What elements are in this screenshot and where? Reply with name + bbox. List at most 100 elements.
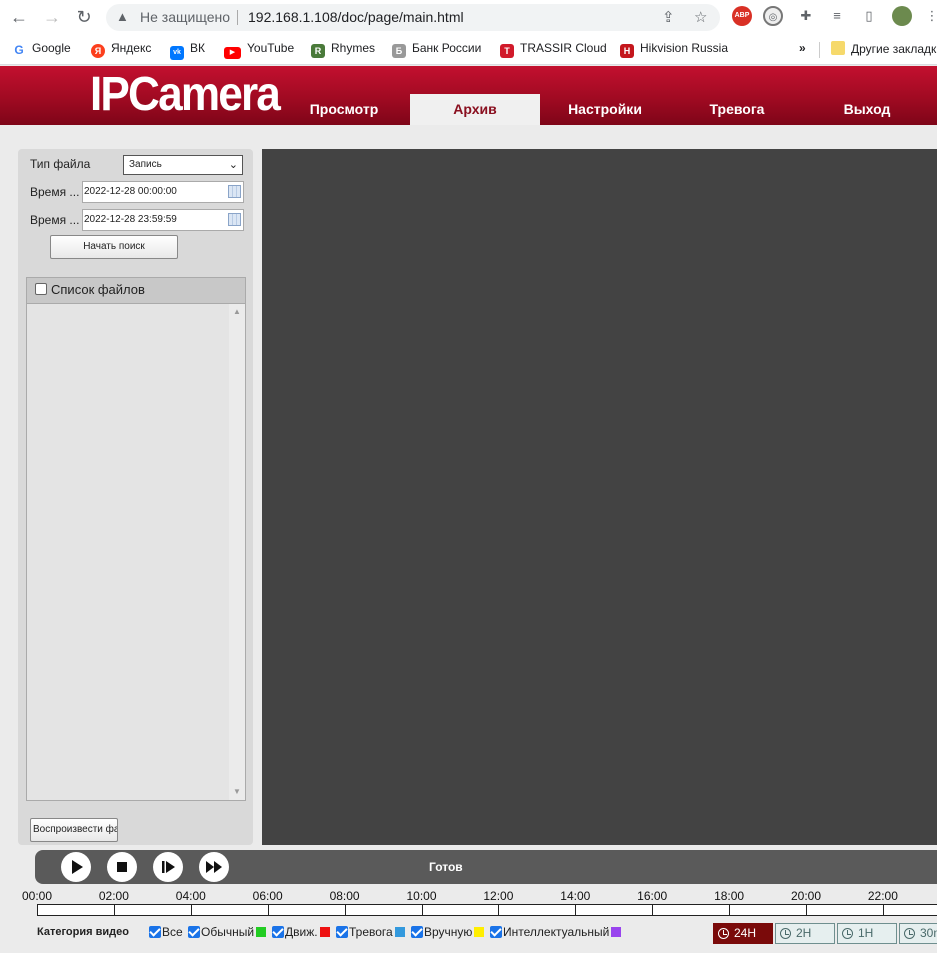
category-label: Тревога [349,925,393,939]
category-smart[interactable]: Интеллектуальный [490,925,622,939]
play-icon[interactable] [61,852,91,882]
bookmark-rhymes[interactable]: R Rhymes [311,41,375,58]
end-time-value: 2022-12-28 23:59:59 [84,214,177,225]
bookmark-label: Другие закладки [851,42,937,56]
range-label: 1H [858,926,874,940]
reload-icon[interactable]: ↻ [73,6,95,28]
forward-icon[interactable]: → [41,6,63,28]
checkbox-checked-icon[interactable] [411,926,423,938]
clock-icon [780,928,791,939]
more-bookmarks-icon[interactable]: » [799,41,806,57]
start-time-input[interactable]: 2022-12-28 00:00:00 [82,181,244,203]
file-type-select[interactable]: Запись ⌄ [123,155,243,175]
star-icon[interactable]: ☆ [694,8,707,26]
browser-toolbar: ← → ↻ ▲ Не защищено 192.168.1.108/doc/pa… [0,0,937,34]
range-24h-button[interactable]: 24H [713,923,773,944]
bookmark-trassir[interactable]: T TRASSIR Cloud [500,41,607,58]
extensions-puzzle-icon[interactable]: ✚ [796,6,816,26]
end-time-label: Время ... [30,213,80,227]
end-time-input[interactable]: 2022-12-28 23:59:59 [82,209,244,231]
chevron-down-icon: ⌄ [228,159,238,171]
calendar-icon[interactable] [228,213,241,226]
insecure-label: Не защищено [140,9,230,25]
globe-extension-icon[interactable]: ◎ [763,6,783,26]
stop-icon[interactable] [107,852,137,882]
menu-archive[interactable]: Архив [410,94,540,125]
category-label: Вручную [424,925,473,939]
timeline-hour-label: 16:00 [637,889,668,903]
category-normal[interactable]: Обычный [188,925,267,939]
category-manual[interactable]: Вручную [411,925,485,939]
bookmark-other-folder[interactable]: Другие закладки [831,41,937,57]
rhymes-icon: R [311,44,325,58]
checkbox-checked-icon[interactable] [272,926,284,938]
timeline-hour-label: 14:00 [560,889,591,903]
bank-russia-icon: Б [392,44,406,58]
menu-logout[interactable]: Выход [802,94,932,125]
start-search-button[interactable]: Начать поиск [50,235,178,259]
share-icon[interactable]: ⇪ [662,8,675,26]
bookmark-bank-rossii[interactable]: Б Банк России [392,41,481,58]
timeline-bar[interactable] [37,904,937,916]
bookmark-yandex[interactable]: Я Яндекс [91,41,152,58]
bookmark-label: YouTube [247,41,295,55]
category-motion[interactable]: Движ. [272,925,330,939]
side-panel-icon[interactable]: ▯ [859,6,879,26]
bookmark-youtube[interactable]: ▶ YouTube [224,41,295,59]
reading-list-icon[interactable]: ≡ [827,6,847,26]
select-all-checkbox[interactable] [35,283,47,295]
bookmarks-bar: G Google Я Яндекс vk ВК ▶ YouTube R Rhymes ББ… [0,34,937,65]
file-list-scrollbar[interactable]: ▲ ▼ [229,304,245,800]
clock-icon [718,928,729,939]
checkbox-checked-icon[interactable] [149,926,161,938]
category-row: Категория видео Все Обычный Движ. Тревог… [0,921,937,945]
menu-live-view[interactable]: Просмотр [279,94,409,125]
bookmark-google[interactable]: G Google [12,41,71,57]
checkbox-checked-icon[interactable] [188,926,200,938]
start-time-label: Время ... [30,185,80,199]
motion-color-swatch [319,927,330,937]
checkbox-checked-icon[interactable] [490,926,502,938]
video-viewport[interactable] [262,149,937,845]
timeline-hour-label: 20:00 [790,889,822,903]
scroll-down-icon[interactable]: ▼ [229,784,245,800]
address-bar[interactable]: ▲ Не защищено 192.168.1.108/doc/page/mai… [106,4,720,31]
back-icon[interactable]: ← [8,6,30,28]
profile-avatar[interactable] [892,6,912,26]
bookmark-hikvision[interactable]: H Hikvision Russia [620,41,728,58]
step-forward-icon[interactable] [153,852,183,882]
menu-settings[interactable]: Настройки [540,94,670,125]
category-label: Движ. [285,925,318,939]
start-time-value: 2022-12-28 00:00:00 [84,186,177,197]
range-30m-button[interactable]: 30m [899,923,937,944]
trassir-icon: T [500,44,514,58]
category-alarm[interactable]: Тревога [336,925,405,939]
timeline-hour-label: 06:00 [252,889,283,903]
adblock-icon[interactable]: ABP [732,6,752,26]
menu-alarm[interactable]: Тревога [672,94,802,125]
bookmark-label: Яндекс [111,41,152,55]
category-all[interactable]: Все [149,925,183,939]
youtube-icon: ▶ [224,47,241,59]
checkbox-checked-icon[interactable] [336,926,348,938]
clock-icon [842,928,853,939]
calendar-icon[interactable] [228,185,241,198]
normal-color-swatch [256,927,267,937]
range-2h-button[interactable]: 2H [775,923,835,944]
alarm-color-swatch [394,927,405,937]
file-type-value: Запись [129,159,162,170]
timeline-tick [113,905,115,915]
timeline-tick [806,905,807,915]
chrome-menu-icon[interactable]: ⋮ [922,6,937,26]
play-file-button[interactable]: Воспроизвести файл [30,818,118,842]
google-icon: G [12,43,26,57]
bookmark-vk[interactable]: vk ВК [170,41,205,60]
category-title: Категория видео [37,926,129,938]
clock-icon [904,928,915,939]
fast-forward-icon[interactable] [199,852,229,882]
folder-icon [831,41,845,55]
playback-status: Готов [429,860,463,874]
timeline-hour-label: 10:00 [406,889,437,903]
scroll-up-icon[interactable]: ▲ [229,304,245,320]
range-1h-button[interactable]: 1H [837,923,897,944]
